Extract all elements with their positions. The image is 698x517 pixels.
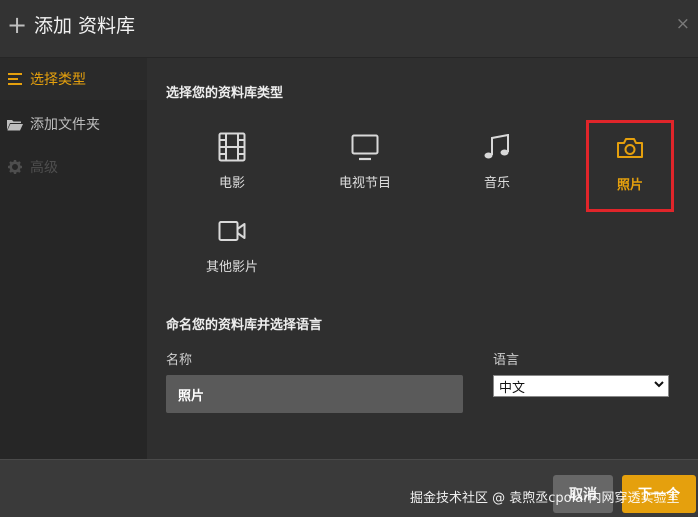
library-type-movie[interactable]: 电影 xyxy=(186,132,278,222)
sidebar-item-add-folder[interactable]: 添加文件夹 xyxy=(0,103,147,145)
add-library-dialog: + 添加 资料库 × 选择类型 添加文件夹 高级 选择您的资料库类型 电影 电视… xyxy=(0,0,698,517)
language-label: 语言 xyxy=(493,353,520,368)
library-type-tv[interactable]: 电视节目 xyxy=(319,134,411,224)
close-icon[interactable]: × xyxy=(676,14,690,34)
library-type-label: 音乐 xyxy=(483,176,510,191)
library-type-label: 电视节目 xyxy=(338,176,391,191)
type-section-title: 选择您的资料库类型 xyxy=(166,86,284,101)
dialog-header: + 添加 资料库 × xyxy=(0,0,698,58)
folder-icon xyxy=(6,116,24,132)
library-type-label: 电影 xyxy=(218,176,245,191)
sidebar: 选择类型 添加文件夹 高级 xyxy=(0,58,147,459)
dialog-title: 添加 资料库 xyxy=(34,15,136,37)
video-camera-icon xyxy=(218,221,246,241)
sidebar-item-label: 添加文件夹 xyxy=(30,117,100,133)
plus-icon: + xyxy=(7,11,28,39)
name-label: 名称 xyxy=(166,353,193,368)
chevron-down-icon xyxy=(654,378,664,391)
library-name-input[interactable] xyxy=(166,375,463,413)
language-select[interactable]: 中文 xyxy=(493,375,669,397)
watermark-text: 掘金技术社区 @ 袁煦丞cpolar内网穿透实验室 xyxy=(410,491,680,506)
sidebar-item-select-type[interactable]: 选择类型 xyxy=(0,58,147,100)
main-panel: 选择您的资料库类型 电影 电视节目 音乐 照片 其他影片 命名您的资料库并选择语… xyxy=(147,58,698,459)
music-note-icon xyxy=(484,134,509,159)
sidebar-item-advanced: 高级 xyxy=(0,146,147,188)
library-type-music[interactable]: 音乐 xyxy=(451,134,543,224)
name-section-title: 命名您的资料库并选择语言 xyxy=(166,318,323,333)
selection-highlight-box xyxy=(586,120,674,212)
language-select-value: 中文 xyxy=(499,380,526,396)
sidebar-item-label: 选择类型 xyxy=(30,72,86,88)
sidebar-item-label: 高级 xyxy=(30,160,58,176)
list-icon xyxy=(6,71,24,87)
gear-icon xyxy=(6,159,24,175)
library-type-other-videos[interactable]: 其他影片 xyxy=(186,220,278,310)
tv-icon xyxy=(351,134,379,161)
film-icon xyxy=(218,132,246,162)
library-type-label: 其他影片 xyxy=(205,260,258,275)
dialog-footer: 取消 下一个 掘金技术社区 @ 袁煦丞cpolar内网穿透实验室 xyxy=(0,459,698,517)
